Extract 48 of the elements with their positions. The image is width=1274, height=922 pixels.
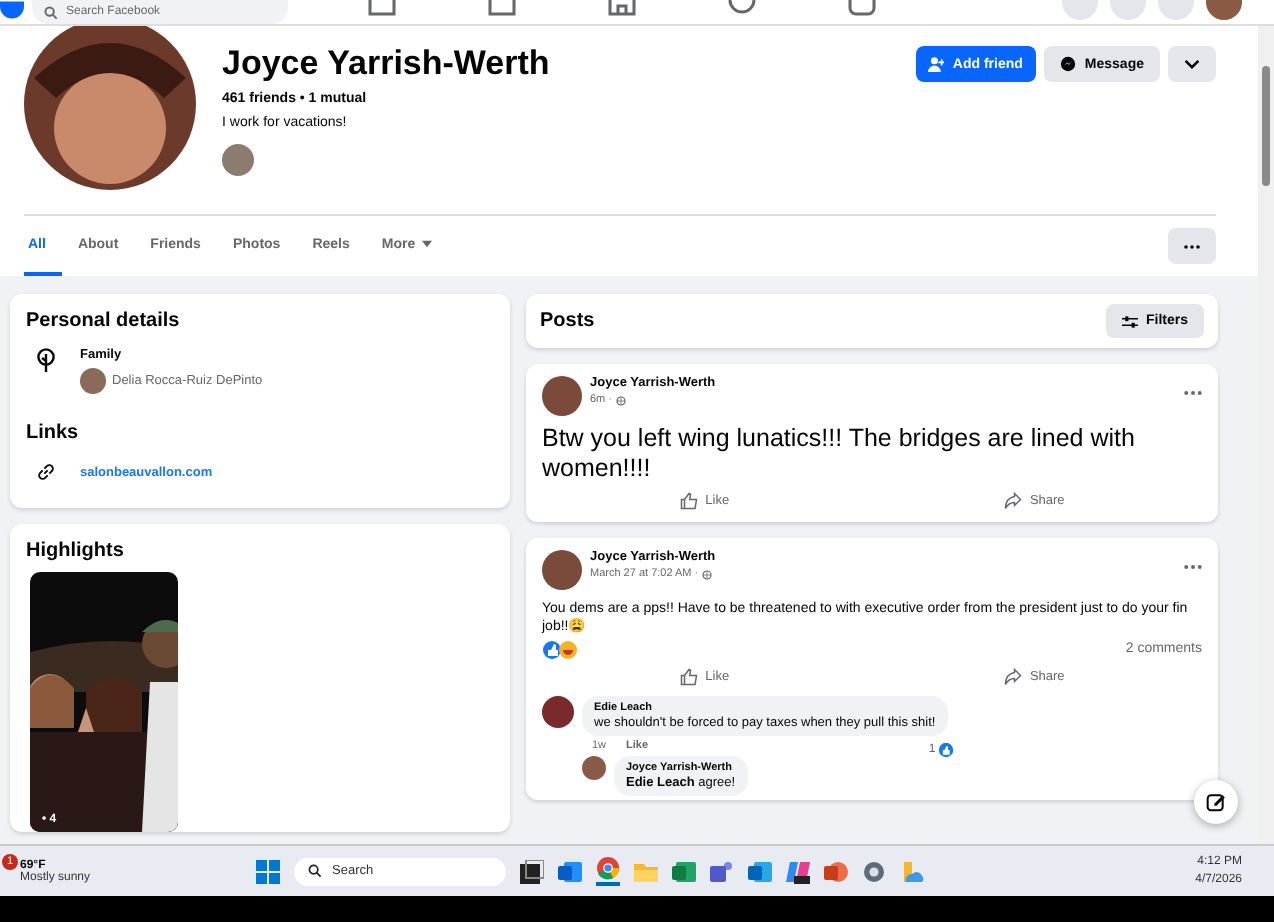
- more-icon: [1184, 243, 1200, 249]
- link-icon: [36, 460, 56, 484]
- mutual-friend-avatar[interactable]: [222, 144, 254, 176]
- search-icon: [308, 864, 322, 878]
- more-icon[interactable]: [1184, 390, 1202, 396]
- reactions-icon: [542, 639, 578, 660]
- task-view-icon[interactable]: [520, 859, 544, 883]
- globe-icon: [702, 569, 713, 579]
- avatar[interactable]: [80, 368, 106, 394]
- thumbs-up-icon: [679, 667, 698, 686]
- chevron-down-icon: [1184, 56, 1200, 72]
- replier-avatar[interactable]: [582, 755, 606, 780]
- caret-icon: [421, 240, 432, 248]
- family-tree-icon: [36, 348, 56, 372]
- copilot-icon[interactable]: [786, 859, 810, 883]
- search-icon: [44, 5, 58, 19]
- teams-icon[interactable]: [710, 859, 734, 883]
- sliders-icon: [1121, 313, 1138, 329]
- thumbs-up-icon: [679, 492, 698, 510]
- windows-start-icon[interactable]: [256, 859, 280, 883]
- section-title: Personal details: [26, 310, 182, 332]
- account-avatar[interactable]: [1206, 0, 1242, 20]
- share-arrow-icon: [1003, 492, 1022, 510]
- commenter-avatar[interactable]: [542, 695, 574, 728]
- dropdown-button[interactable]: [1168, 46, 1216, 82]
- outlook-icon[interactable]: [558, 859, 582, 883]
- powerpoint-icon[interactable]: [824, 859, 848, 883]
- like-icon: [937, 741, 954, 758]
- post-text: Btw you left wing lunatics!!! The bridges are lined with women!!!!: [542, 424, 1137, 484]
- section-title: Posts: [540, 310, 595, 332]
- profile-name: Joyce Yarrish-Werth: [222, 44, 550, 84]
- scroll-thumb[interactable]: [1262, 66, 1270, 186]
- settings-icon[interactable]: [862, 859, 886, 883]
- more-options-button[interactable]: [1168, 228, 1216, 264]
- globe-icon: [616, 395, 626, 405]
- outlook-icon[interactable]: [748, 859, 772, 883]
- chrome-icon[interactable]: [596, 856, 620, 886]
- section-title: Links: [26, 422, 81, 444]
- author-avatar[interactable]: [542, 550, 582, 590]
- add-person-icon: [928, 56, 945, 72]
- scrollbar[interactable]: [1258, 26, 1274, 844]
- compose-button[interactable]: [1194, 780, 1238, 824]
- author-avatar[interactable]: [542, 376, 582, 416]
- edit-icon: [1206, 792, 1226, 812]
- section-title: Highlights: [26, 540, 126, 562]
- share-arrow-icon: [1003, 667, 1022, 686]
- more-icon[interactable]: [1184, 564, 1202, 570]
- excel-icon[interactable]: [672, 859, 696, 883]
